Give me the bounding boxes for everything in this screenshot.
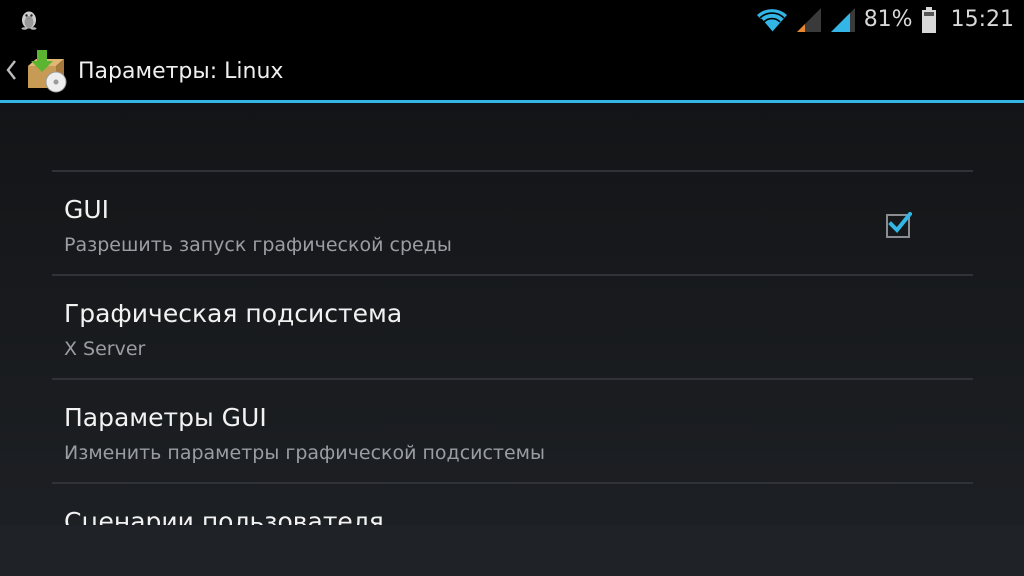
setting-title: Параметры GUI — [64, 403, 267, 432]
list-bottom-edge — [0, 526, 1024, 576]
signal-weak-icon — [796, 8, 821, 32]
setting-title: Графическая подсистема — [64, 299, 403, 328]
battery-percent: 81% — [863, 7, 913, 32]
checkbox-checked-icon[interactable] — [886, 212, 912, 238]
setting-title: Сценарии пользователя — [64, 507, 384, 525]
action-bar-divider — [0, 100, 1024, 103]
android-settings-screen: 81% 15:21 Параметры: Linux GUI Разрешить… — [0, 0, 1024, 576]
setting-graphics-subsystem[interactable]: Графическая подсистема X Server — [52, 276, 973, 380]
signal-strong-icon — [830, 8, 855, 32]
setting-user-scripts[interactable]: Сценарии пользователя — [52, 484, 973, 525]
chevron-left-icon[interactable] — [4, 58, 18, 82]
wifi-icon — [756, 9, 787, 33]
battery-icon — [921, 7, 936, 33]
status-icons: 81% 15:21 — [756, 0, 1014, 40]
setting-summary: X Server — [64, 338, 146, 360]
linux-penguin-icon — [21, 11, 37, 30]
page-title: Параметры: Linux — [78, 59, 284, 84]
status-bar: 81% 15:21 — [0, 0, 1024, 40]
package-install-icon[interactable] — [22, 46, 70, 94]
checkbox-unchecked-icon[interactable] — [886, 524, 912, 525]
setting-summary: Разрешить запуск графической среды — [64, 234, 452, 256]
setting-summary: Изменить параметры графической подсистем… — [64, 442, 546, 464]
clock: 15:21 — [950, 7, 1014, 32]
setting-gui[interactable]: GUI Разрешить запуск графической среды — [52, 172, 973, 276]
setting-title: GUI — [64, 195, 110, 224]
setting-gui-parameters[interactable]: Параметры GUI Изменить параметры графиче… — [52, 380, 973, 484]
settings-list: GUI Разрешить запуск графической среды Г… — [52, 170, 973, 525]
